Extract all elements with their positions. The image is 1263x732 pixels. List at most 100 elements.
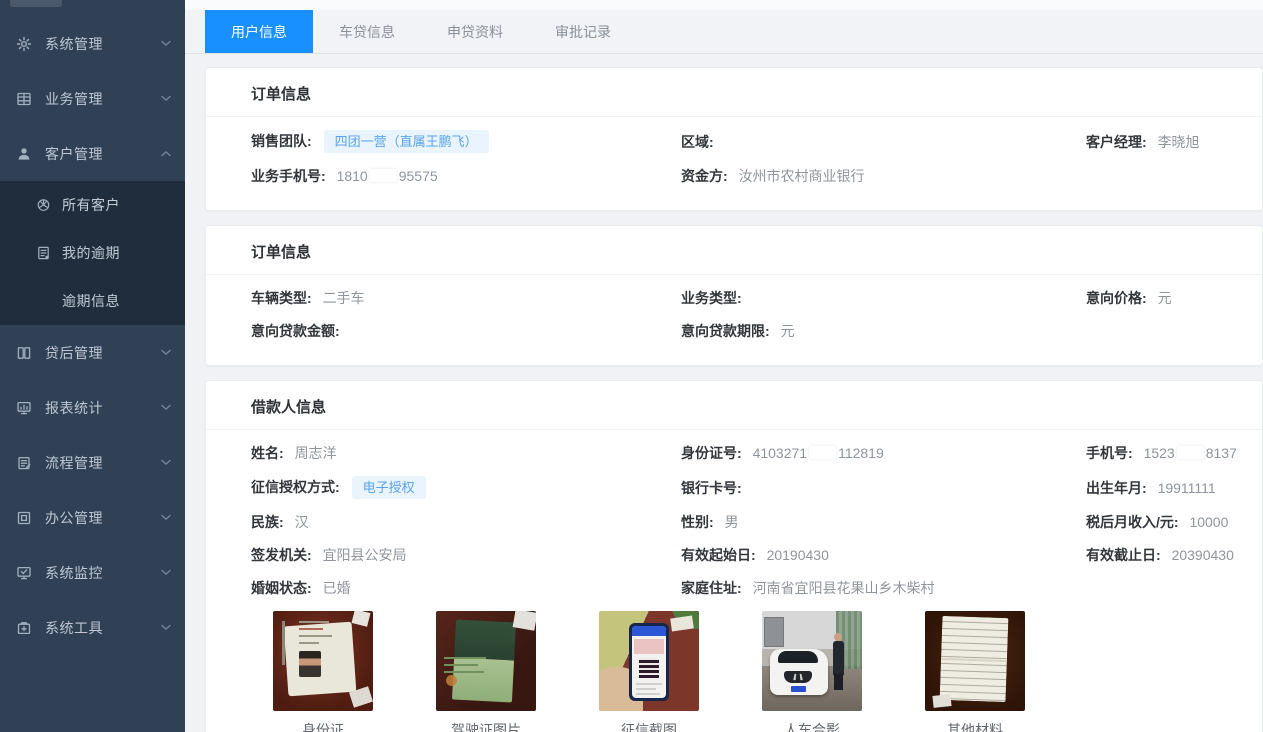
sidebar-item-overdue-info[interactable]: 逾期信息 — [0, 277, 185, 325]
field-label: 姓名: — [251, 445, 284, 461]
field-row: 婚姻状态: 已婚 家庭住址: 河南省宜阳县花果山乡木柴村 — [251, 578, 1250, 598]
photo-credit-screenshot[interactable]: 征信截图 — [599, 611, 699, 732]
field-marital-status: 婚姻状态: 已婚 — [251, 578, 681, 598]
sidebar-item-label: 所有客户 — [62, 195, 185, 215]
sidebar-item-label: 办公管理 — [45, 508, 161, 528]
field-value: 河南省宜阳县花果山乡木柴村 — [753, 580, 935, 596]
field-row: 销售团队: 四团一营（直属王鹏飞） 区域: 客户经理: 李晓旭 — [251, 130, 1250, 153]
field-intent-loan-amount: 意向贷款金额: — [251, 321, 681, 341]
field-birth-date: 出生年月: 19911111 — [1086, 478, 1250, 498]
field-label: 客户经理: — [1086, 134, 1147, 150]
card-title: 订单信息 — [206, 226, 1262, 275]
card-title: 借款人信息 — [206, 381, 1262, 430]
field-credit-auth-method: 征信授权方式: 电子授权 — [251, 476, 681, 499]
chevron-down-icon — [161, 624, 171, 631]
customer-management-submenu: 所有客户 我的逾期 逾期信息 — [0, 181, 185, 325]
tab-content: 订单信息 销售团队: 四团一营（直属王鹏飞） 区域: 客户经理: 李晓旭 — [185, 54, 1263, 732]
field-issuing-authority: 签发机关: 宜阳县公安局 — [251, 545, 681, 565]
sidebar-item-system-management[interactable]: 系统管理 — [0, 16, 185, 71]
field-label: 身份证号: — [681, 445, 742, 461]
field-row: 意向贷款金额: 意向贷款期限: 元 — [251, 321, 1250, 341]
field-monthly-income: 税后月收入/元: 10000 — [1086, 512, 1250, 532]
sidebar-item-office-management[interactable]: 办公管理 — [0, 490, 185, 545]
field-valid-from: 有效起始日: 20190430 — [681, 545, 1086, 565]
sidebar-item-customer-management[interactable]: 客户管理 — [0, 126, 185, 181]
e-auth-tag[interactable]: 电子授权 — [352, 476, 426, 499]
field-label: 有效截止日: — [1086, 547, 1161, 563]
sidebar-item-label: 业务管理 — [45, 89, 161, 109]
field-label: 区域: — [681, 134, 714, 150]
sidebar-item-system-tools[interactable]: 系统工具 — [0, 600, 185, 655]
field-id-number: 身份证号: 4103271112819 — [681, 443, 1086, 463]
card-title: 订单信息 — [206, 68, 1262, 117]
field-value: 汉 — [295, 514, 309, 530]
chevron-up-icon — [161, 150, 171, 157]
field-value: 元 — [1158, 290, 1172, 306]
field-row: 车辆类型: 二手车 业务类型: 意向价格: 元 — [251, 288, 1250, 308]
field-value: 19911111 — [1158, 480, 1216, 496]
photo-caption: 征信截图 — [599, 720, 699, 732]
field-label: 家庭住址: — [681, 580, 742, 596]
field-value: 男 — [725, 514, 739, 530]
redaction-patch — [1177, 446, 1204, 459]
field-value: 4103271112819 — [753, 445, 884, 461]
sidebar-item-label: 系统工具 — [45, 618, 161, 638]
top-strip — [185, 0, 1263, 10]
tab-car-loan-info[interactable]: 车贷信息 — [313, 10, 421, 53]
field-home-address: 家庭住址: 河南省宜阳县花果山乡木柴村 — [681, 578, 1086, 598]
photo-id-card[interactable]: 身份证 — [273, 611, 373, 732]
sidebar-item-report-statistics[interactable]: 报表统计 — [0, 380, 185, 435]
sidebar-item-post-loan-management[interactable]: 贷后管理 — [0, 325, 185, 380]
tab-loan-application-materials[interactable]: 申贷资料 — [421, 10, 529, 53]
green-booklet-photo[interactable] — [436, 611, 536, 711]
redaction-patch — [370, 169, 397, 182]
field-value: 二手车 — [323, 290, 365, 306]
sidebar-item-all-customers[interactable]: 所有客户 — [0, 181, 185, 229]
detail-tabbar: 用户信息 车贷信息 申贷资料 审批记录 — [185, 10, 1263, 54]
wheel-icon — [36, 197, 51, 214]
photo-caption: 身份证 — [273, 720, 373, 732]
sidebar-item-label: 客户管理 — [45, 144, 161, 164]
photo-caption: 其他材料 — [925, 720, 1025, 732]
field-value: 李晓旭 — [1158, 134, 1200, 150]
field-label: 资金方: — [681, 168, 728, 184]
chevron-down-icon — [161, 514, 171, 521]
field-label: 业务类型: — [681, 290, 742, 306]
field-row: 签发机关: 宜阳县公安局 有效起始日: 20190430 有效截止日: 2039… — [251, 545, 1250, 565]
phone-qr-photo[interactable] — [599, 611, 699, 711]
tab-user-info[interactable]: 用户信息 — [205, 10, 313, 53]
field-gender: 性别: 男 — [681, 512, 1086, 532]
chevron-down-icon — [161, 95, 171, 102]
field-value: 20390430 — [1172, 547, 1234, 563]
field-intent-price: 意向价格: 元 — [1086, 288, 1250, 308]
field-value: 宜阳县公安局 — [323, 547, 407, 563]
sidebar-item-system-monitor[interactable]: 系统监控 — [0, 545, 185, 600]
id-card-photo[interactable] — [273, 611, 373, 711]
photo-other-document[interactable]: 其他材料 — [925, 611, 1025, 732]
field-label: 签发机关: — [251, 547, 312, 563]
field-intent-loan-term: 意向贷款期限: 元 — [681, 321, 1086, 341]
grid-icon — [15, 90, 32, 107]
field-name: 姓名: 周志洋 — [251, 443, 681, 463]
field-value: 15238137 — [1144, 445, 1237, 461]
field-sales-team: 销售团队: 四团一营（直属王鹏飞） — [251, 130, 681, 153]
photo-caption: 驾驶证图片 — [436, 720, 536, 732]
field-label: 性别: — [681, 514, 714, 530]
field-mobile-phone: 手机号: 15238137 — [1086, 443, 1250, 463]
photo-caption: 人车合影 — [762, 720, 862, 732]
sidebar-item-my-overdue[interactable]: 我的逾期 — [0, 229, 185, 277]
photo-person-with-car[interactable]: 人车合影 — [762, 611, 862, 732]
sidebar-item-business-management[interactable]: 业务管理 — [0, 71, 185, 126]
sales-team-tag[interactable]: 四团一营（直属王鹏飞） — [324, 130, 489, 153]
sidebar-item-label: 我的逾期 — [62, 243, 185, 263]
chevron-down-icon — [161, 349, 171, 356]
person-car-photo[interactable] — [762, 611, 862, 711]
tab-approval-records[interactable]: 审批记录 — [529, 10, 637, 53]
monitor-chart-icon — [15, 399, 32, 416]
paper-document-photo[interactable] — [925, 611, 1025, 711]
field-row: 民族: 汉 性别: 男 税后月收入/元: 10000 — [251, 512, 1250, 532]
sidebar-menu: 系统管理 业务管理 客户管理 所有客户 — [0, 0, 185, 655]
user-icon — [15, 145, 32, 162]
photo-license-booklet[interactable]: 驾驶证图片 — [436, 611, 536, 732]
sidebar-item-process-management[interactable]: 流程管理 — [0, 435, 185, 490]
